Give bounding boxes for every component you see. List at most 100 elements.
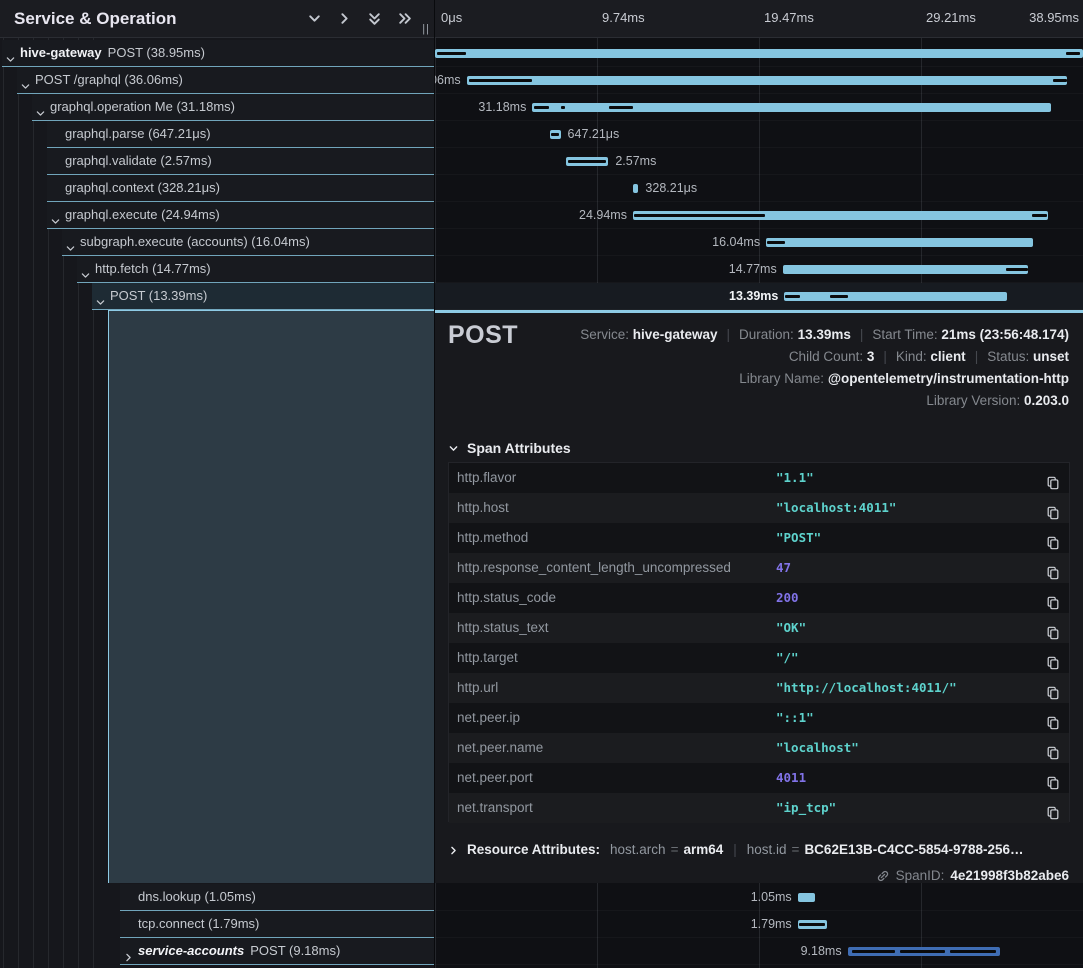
span-name: POST (9.18ms)	[250, 943, 340, 958]
double-chevron-down-icon[interactable]	[366, 11, 382, 27]
span-bar[interactable]	[784, 292, 1007, 301]
tree-row[interactable]: POST /graphql (36.06ms)	[17, 67, 434, 94]
meta-separator: |	[727, 327, 731, 342]
span-name: POST (38.95ms)	[108, 45, 205, 60]
chevron-down-icon[interactable]	[65, 237, 76, 248]
span-name: tcp.connect (1.79ms)	[138, 916, 259, 931]
indent-guide	[3, 38, 4, 968]
copy-icon[interactable]	[1046, 561, 1060, 575]
tree-row[interactable]: dns.lookup (1.05ms)	[120, 884, 434, 911]
indent-guide	[33, 38, 34, 968]
timeline-axis: 0μs9.74ms19.47ms29.21ms38.95ms	[435, 0, 1083, 38]
timeline-row: 14.77ms	[435, 256, 1083, 283]
span-duration-label: 647.21μs	[568, 121, 620, 148]
attribute-row: net.transport"ip_tcp"	[449, 793, 1069, 823]
copy-icon[interactable]	[1046, 591, 1060, 605]
span-attributes-header[interactable]: Span Attributes	[448, 440, 571, 456]
attribute-value: "OK"	[776, 613, 806, 643]
chevron-down-icon[interactable]	[306, 11, 322, 27]
span-duration-label: 31.18ms	[478, 94, 526, 121]
meta-label: Status:	[987, 349, 1033, 364]
copy-icon[interactable]	[1046, 741, 1060, 755]
chevron-down-icon[interactable]	[5, 48, 16, 59]
tree-row[interactable]: graphql.parse (647.21μs)	[47, 121, 434, 148]
meta-label: Service:	[580, 327, 633, 342]
chevron-down-icon[interactable]	[80, 264, 91, 275]
chevron-down-icon[interactable]	[95, 291, 106, 302]
expanded-span-placeholder	[108, 310, 434, 883]
span-bar[interactable]	[566, 157, 609, 166]
double-chevron-right-icon[interactable]	[396, 11, 412, 27]
timeline-row: 2.57ms	[435, 148, 1083, 175]
copy-icon[interactable]	[1046, 711, 1060, 725]
attribute-row: net.peer.name"localhost"	[449, 733, 1069, 763]
attribute-value: 4011	[776, 763, 806, 793]
attribute-value: "POST"	[776, 523, 821, 553]
attribute-row: net.peer.port4011	[449, 763, 1069, 793]
chevron-down-icon[interactable]	[50, 210, 61, 221]
link-icon[interactable]	[876, 869, 890, 883]
copy-icon[interactable]	[1046, 651, 1060, 665]
resource-key: host.arch	[610, 842, 666, 857]
tree-row[interactable]: POST (13.39ms)	[92, 283, 434, 310]
tree-row[interactable]: service-accountsPOST (9.18ms)	[120, 938, 434, 965]
span-detail-panel: POST Service: hive-gateway|Duration: 13.…	[435, 310, 1083, 883]
span-bar[interactable]	[532, 103, 1051, 112]
sub-span-segment	[437, 52, 466, 55]
meta-value: 0.203.0	[1024, 393, 1069, 408]
copy-icon[interactable]	[1046, 501, 1060, 515]
copy-icon[interactable]	[1046, 471, 1060, 485]
span-bar[interactable]	[633, 211, 1048, 220]
tree-row[interactable]: graphql.operation Me (31.18ms)	[32, 94, 434, 121]
tree-row[interactable]: subgraph.execute (accounts) (16.04ms)	[62, 229, 434, 256]
attribute-row: http.status_text"OK"	[449, 613, 1069, 643]
meta-separator: |	[883, 349, 887, 364]
attribute-key: http.target	[457, 643, 518, 673]
tree-row[interactable]: hive-gatewayPOST (38.95ms)	[2, 40, 434, 67]
attribute-row: http.host"localhost:4011"	[449, 493, 1069, 523]
copy-icon[interactable]	[1046, 531, 1060, 545]
attribute-row: http.method"POST"	[449, 523, 1069, 553]
span-bar[interactable]	[633, 184, 638, 193]
span-bar[interactable]	[550, 130, 561, 139]
attribute-row: http.target"/"	[449, 643, 1069, 673]
timeline-row: 31.18ms	[435, 94, 1083, 121]
meta-value: 13.39ms	[798, 327, 851, 342]
copy-icon[interactable]	[1046, 681, 1060, 695]
tree-row[interactable]: tcp.connect (1.79ms)	[120, 911, 434, 938]
resource-value: arm64	[683, 842, 723, 857]
tree-row[interactable]: graphql.validate (2.57ms)	[47, 148, 434, 175]
chevron-right-icon[interactable]	[336, 11, 352, 27]
span-bar[interactable]	[848, 947, 1001, 956]
span-bar[interactable]	[783, 265, 1029, 274]
span-name: graphql.validate (2.57ms)	[65, 153, 212, 168]
sub-span-segment	[852, 950, 895, 953]
panel-resize-handle[interactable]: ||	[422, 23, 430, 35]
span-bar[interactable]	[798, 920, 828, 929]
timeline-row: 24.94ms	[435, 202, 1083, 229]
chevron-down-icon[interactable]	[35, 102, 46, 113]
meta-value: unset	[1033, 349, 1069, 364]
tree-row[interactable]: graphql.context (328.21μs)	[47, 175, 434, 202]
resource-attributes-row[interactable]: Resource Attributes: host.arch=arm64|hos…	[448, 839, 1024, 861]
span-duration-label: 2.57ms	[615, 148, 656, 175]
attribute-value: "ip_tcp"	[776, 793, 836, 823]
tree-row[interactable]: http.fetch (14.77ms)	[77, 256, 434, 283]
span-bar[interactable]	[766, 238, 1033, 247]
copy-icon[interactable]	[1046, 621, 1060, 635]
tree-row[interactable]: graphql.execute (24.94ms)	[47, 202, 434, 229]
attribute-value: "localhost:4011"	[776, 493, 896, 523]
copy-icon[interactable]	[1046, 771, 1060, 785]
sub-span-segment	[1006, 268, 1028, 271]
timeline-row: 13.39ms	[435, 283, 1083, 310]
span-duration-label: 13.39ms	[729, 283, 778, 310]
span-bar[interactable]	[798, 893, 815, 902]
span-bar[interactable]	[435, 49, 1083, 58]
attribute-value: "1.1"	[776, 463, 814, 493]
span-bar[interactable]	[467, 76, 1067, 85]
sub-span-segment	[799, 923, 825, 926]
chevron-right-icon[interactable]	[123, 946, 134, 957]
chevron-down-icon[interactable]	[20, 75, 31, 86]
span-name: subgraph.execute (accounts) (16.04ms)	[80, 234, 310, 249]
copy-icon[interactable]	[1046, 801, 1060, 815]
